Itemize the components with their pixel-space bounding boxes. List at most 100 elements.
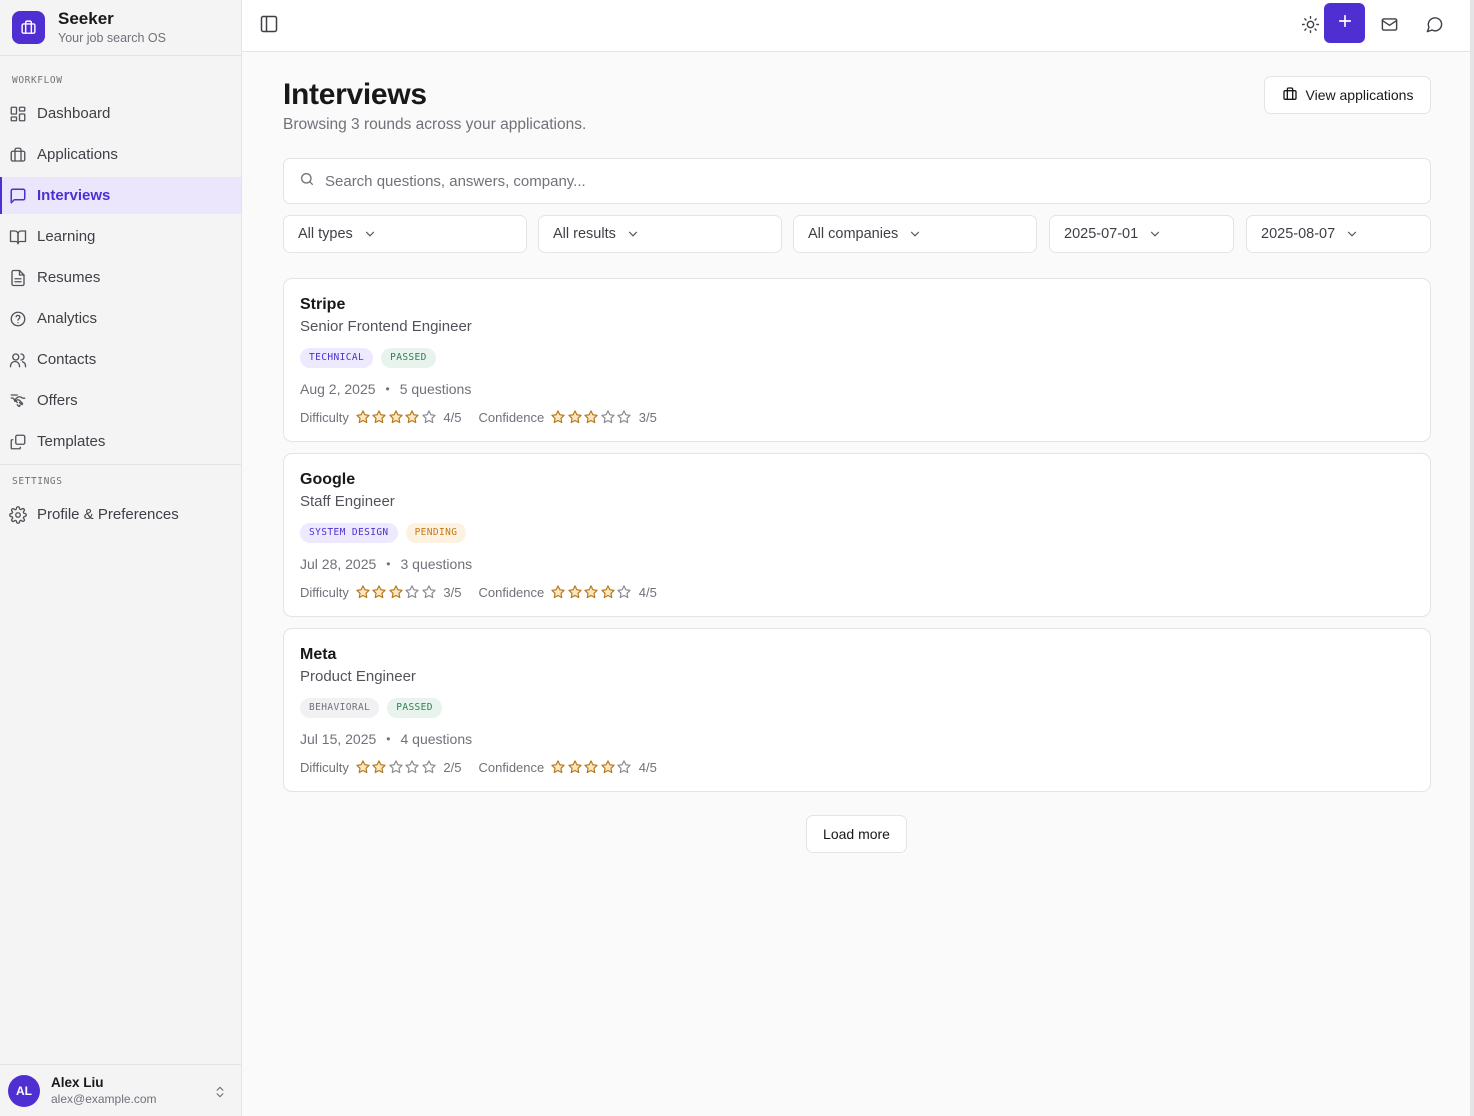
chat-icon[interactable] [1423, 13, 1445, 35]
role-title: Staff Engineer [300, 493, 395, 510]
difficulty-score: 4/5 [443, 409, 462, 425]
status-badge: PASSED [387, 698, 442, 718]
interview-card[interactable]: Stripe Senior Frontend Engineer TECHNICAL P… [283, 278, 1431, 442]
star-icon [422, 410, 436, 424]
interview-card[interactable]: Google Staff Engineer SYSTEM DESIGN PENDING… [283, 453, 1431, 617]
type-filter-value: All types [298, 226, 353, 242]
handshake-icon [9, 392, 27, 410]
star-icon [617, 760, 631, 774]
view-applications-label: View applications [1305, 87, 1414, 103]
sidebar-item-label: Offers [37, 392, 78, 409]
page-subtitle: Browsing 3 rounds across your applicatio… [283, 116, 587, 133]
sidebar-item-label: Resumes [37, 269, 101, 286]
star-icon [422, 760, 436, 774]
chevron-down-icon [1345, 227, 1359, 241]
briefcase-logo-icon [12, 11, 45, 44]
sun-icon[interactable] [1299, 13, 1321, 35]
sidebar-item-dashboard[interactable]: Dashboard [0, 95, 241, 132]
date-from-select[interactable]: 2025-07-01 [1049, 215, 1234, 253]
sidebar: Seeker Your job search OS WORKFLOW Dashb… [0, 0, 242, 1116]
company-filter-value: All companies [808, 226, 899, 242]
company-name: Meta [300, 646, 337, 663]
sidebar-item-resumes[interactable]: Resumes [0, 259, 241, 296]
add-button[interactable] [1324, 3, 1365, 43]
star-icon [568, 410, 582, 424]
confidence-stars [550, 759, 633, 775]
separator-dot: • [385, 382, 390, 396]
company-name: Google [300, 471, 356, 488]
star-icon [372, 760, 387, 774]
sidebar-item-profile-preferences[interactable]: Profile & Preferences [0, 496, 241, 533]
star-icon [551, 760, 565, 774]
result-filter-select[interactable]: All results [538, 215, 782, 253]
sidebar-item-contacts[interactable]: Contacts [0, 341, 241, 378]
sidebar-toggle-icon[interactable] [258, 13, 280, 35]
star-icon [601, 410, 615, 424]
file-text-icon [9, 269, 27, 287]
confidence-score: 3/5 [638, 409, 657, 425]
interview-card[interactable]: Meta Product Engineer BEHAVIORAL PASSED Jul … [283, 628, 1431, 792]
star-icon [568, 585, 582, 599]
user-name: Alex Liu [51, 1074, 104, 1090]
sidebar-item-templates[interactable]: Templates [0, 423, 241, 460]
difficulty-stars [355, 759, 438, 775]
plus-icon [1336, 12, 1354, 35]
star-icon [405, 410, 420, 424]
sidebar-item-offers[interactable]: Offers [0, 382, 241, 419]
star-icon [389, 410, 403, 424]
star-icon [584, 585, 598, 599]
workflow-section-label: WORKFLOW [12, 75, 63, 86]
user-menu[interactable]: AL Alex Liu alex@example.com [0, 1064, 241, 1116]
dashboard-icon [9, 105, 27, 123]
mail-icon[interactable] [1378, 13, 1400, 35]
type-filter-select[interactable]: All types [283, 215, 527, 253]
confidence-label: Confidence [478, 759, 545, 775]
question-count: 3 questions [400, 556, 473, 572]
search-input[interactable] [325, 172, 1405, 190]
confidence-score: 4/5 [638, 584, 657, 600]
role-title: Senior Frontend Engineer [300, 318, 472, 335]
chevron-down-icon [626, 227, 640, 241]
star-icon [568, 760, 582, 774]
sidebar-item-interviews[interactable]: Interviews [0, 177, 241, 214]
star-icon [601, 760, 615, 774]
brand[interactable]: Seeker Your job search OS [0, 0, 241, 56]
help-circle-icon [9, 310, 27, 328]
search-bar [283, 158, 1431, 204]
difficulty-label: Difficulty [300, 409, 349, 425]
load-more-button[interactable]: Load more [806, 815, 907, 853]
sidebar-item-applications[interactable]: Applications [0, 136, 241, 173]
sidebar-item-learning[interactable]: Learning [0, 218, 241, 255]
type-badge: SYSTEM DESIGN [300, 523, 398, 543]
question-count: 4 questions [400, 731, 473, 747]
briefcase-icon [1282, 86, 1298, 105]
sidebar-item-analytics[interactable]: Analytics [0, 300, 241, 337]
star-icon [389, 585, 403, 599]
briefcase-icon [9, 146, 27, 164]
star-icon [422, 585, 436, 599]
type-badge: BEHAVIORAL [300, 698, 380, 718]
separator-dot: • [386, 557, 391, 571]
company-filter-select[interactable]: All companies [793, 215, 1037, 253]
view-applications-button[interactable]: View applications [1264, 76, 1431, 114]
star-icon [551, 585, 565, 599]
confidence-label: Confidence [478, 584, 545, 600]
settings-section-label: SETTINGS [12, 476, 63, 487]
star-icon [356, 760, 370, 774]
sidebar-item-label: Applications [37, 146, 118, 163]
difficulty-score: 3/5 [443, 584, 462, 600]
confidence-score: 4/5 [638, 759, 657, 775]
date-to-select[interactable]: 2025-08-07 [1246, 215, 1431, 253]
star-icon [356, 410, 370, 424]
chevron-down-icon [1148, 227, 1162, 241]
chevrons-up-down-icon [213, 1084, 227, 1105]
star-icon [617, 410, 631, 424]
interview-date: Jul 28, 2025 [300, 556, 377, 572]
difficulty-label: Difficulty [300, 584, 349, 600]
star-icon [405, 760, 420, 774]
confidence-stars [550, 409, 633, 425]
difficulty-stars [355, 584, 438, 600]
interview-date: Aug 2, 2025 [300, 381, 376, 397]
difficulty-stars [355, 409, 438, 425]
star-icon [584, 760, 598, 774]
